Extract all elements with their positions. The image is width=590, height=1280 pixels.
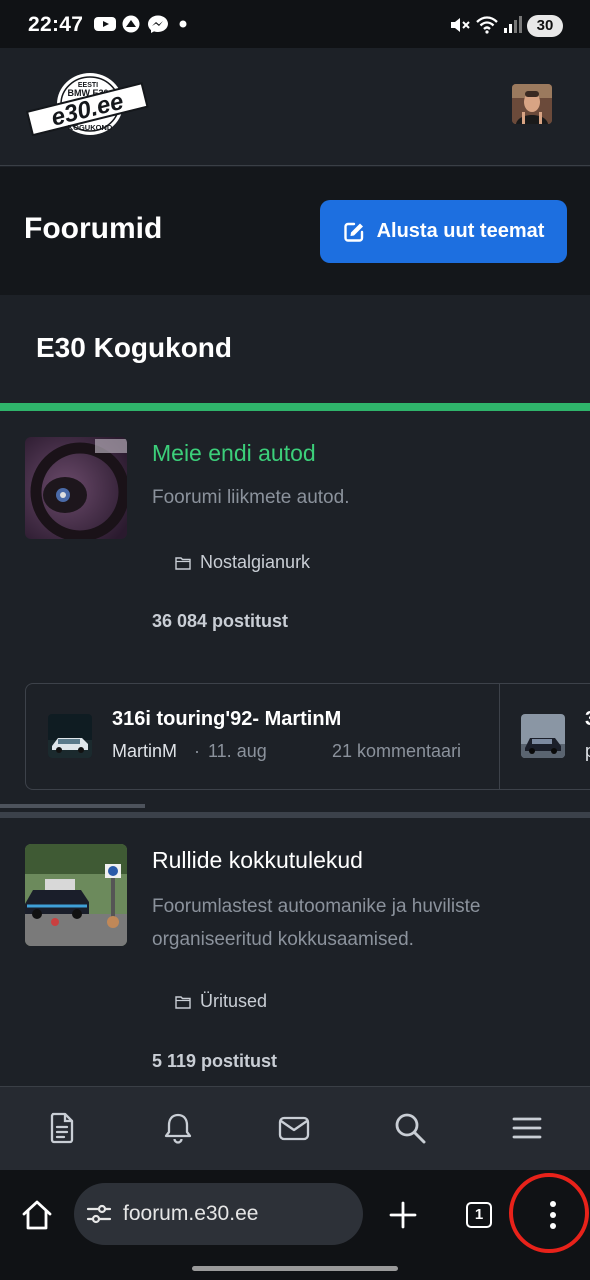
bottom-navigation [0, 1086, 590, 1170]
youtube-icon [94, 17, 116, 31]
forum-category-label: Nostalgianurk [200, 552, 311, 572]
battery-indicator: 30 [527, 15, 563, 37]
dot-icon [179, 20, 187, 28]
site-logo[interactable]: EESTI BMW E30 e30.ee KOGUKOND [26, 70, 150, 136]
gesture-handle [192, 1266, 398, 1271]
edit-icon [343, 222, 363, 242]
forum-item: Meie endi autod Foorumi liikmete autod. … [0, 411, 590, 681]
folder-icon [175, 556, 191, 570]
forum-title-link[interactable]: Rullide kokkutulekud [152, 847, 363, 874]
app-notification-icon [122, 15, 140, 33]
topic-thumbnail [521, 714, 565, 758]
wifi-icon [476, 16, 498, 34]
forum-title-link[interactable]: Meie endi autod [152, 440, 316, 467]
carousel-scroll-indicator [0, 804, 145, 808]
logo-bottom-text: KOGUKOND [68, 123, 113, 132]
forum-thumbnail[interactable] [25, 844, 127, 946]
page-title: Foorumid [24, 212, 163, 245]
forum-category-link[interactable]: Nostalgianurk [175, 552, 310, 573]
annotation-circle [509, 1173, 589, 1253]
user-avatar[interactable] [512, 84, 552, 124]
site-settings-icon[interactable] [86, 1203, 112, 1225]
topic-title[interactable]: 316i touring'92- MartinM [112, 708, 341, 731]
topic-card[interactable]: 316i touring'92- MartinM MartinM · 11. a… [26, 684, 499, 789]
forum-description: Foorumlastest autoomanike ja huviliste o… [152, 890, 562, 956]
new-topic-button[interactable]: Alusta uut teemat [320, 200, 567, 263]
section-title: E30 Kogukond [36, 332, 233, 363]
messenger-icon [148, 15, 168, 33]
signal-icon [504, 16, 522, 33]
forum-post-count: 36 084 postitust [152, 611, 289, 631]
search-icon[interactable] [393, 1111, 427, 1145]
forum-item: Rullide kokkutulekud Foorumlastest autoo… [0, 818, 590, 1086]
forum-post-count: 5 119 postitust [152, 1051, 278, 1071]
mail-icon[interactable] [277, 1111, 311, 1145]
forum-thumbnail[interactable] [25, 437, 127, 539]
forum-category-link[interactable]: Üritused [175, 991, 267, 1012]
topic-author[interactable]: p [585, 741, 590, 762]
address-bar[interactable]: foorum.e30.ee [74, 1183, 363, 1245]
home-icon[interactable] [20, 1198, 54, 1232]
forum-description-line: organiseeritud kokkusaamised. [152, 929, 414, 950]
site-header: EESTI BMW E30 e30.ee KOGUKOND [0, 48, 590, 166]
topic-author[interactable]: MartinM [112, 741, 177, 762]
document-icon[interactable] [45, 1111, 79, 1145]
new-tab-icon[interactable] [388, 1200, 418, 1230]
mute-icon [451, 18, 470, 32]
clock: 22:47 [28, 13, 84, 36]
topic-thumbnail [48, 714, 92, 758]
forum-description: Foorumi liikmete autod. [152, 487, 350, 508]
browser-toolbar: foorum.e30.ee 1 [0, 1170, 590, 1280]
page-title-band: Foorumid Alusta uut teemat [0, 167, 590, 295]
status-bar: 22:47 30 [0, 0, 590, 48]
section-accent-bar [0, 403, 590, 411]
topic-title[interactable]: 3 [585, 708, 590, 731]
forum-description-line: Foorumlastest autoomanike ja huviliste [152, 896, 481, 917]
menu-icon[interactable] [510, 1111, 544, 1145]
topic-date: 11. aug [208, 741, 267, 761]
tab-switcher-button[interactable]: 1 [466, 1202, 492, 1228]
url-text: foorum.e30.ee [123, 1202, 259, 1225]
topic-meta-separator: · [194, 741, 200, 761]
topic-card[interactable]: 3 p [500, 684, 590, 789]
topic-comment-count: 21 kommentaari [332, 741, 462, 761]
forum-category-label: Üritused [200, 991, 268, 1011]
latest-topics-carousel[interactable]: 316i touring'92- MartinM MartinM · 11. a… [25, 683, 590, 790]
folder-icon [175, 995, 191, 1009]
bell-icon[interactable] [161, 1111, 195, 1145]
new-topic-label: Alusta uut teemat [376, 220, 545, 242]
